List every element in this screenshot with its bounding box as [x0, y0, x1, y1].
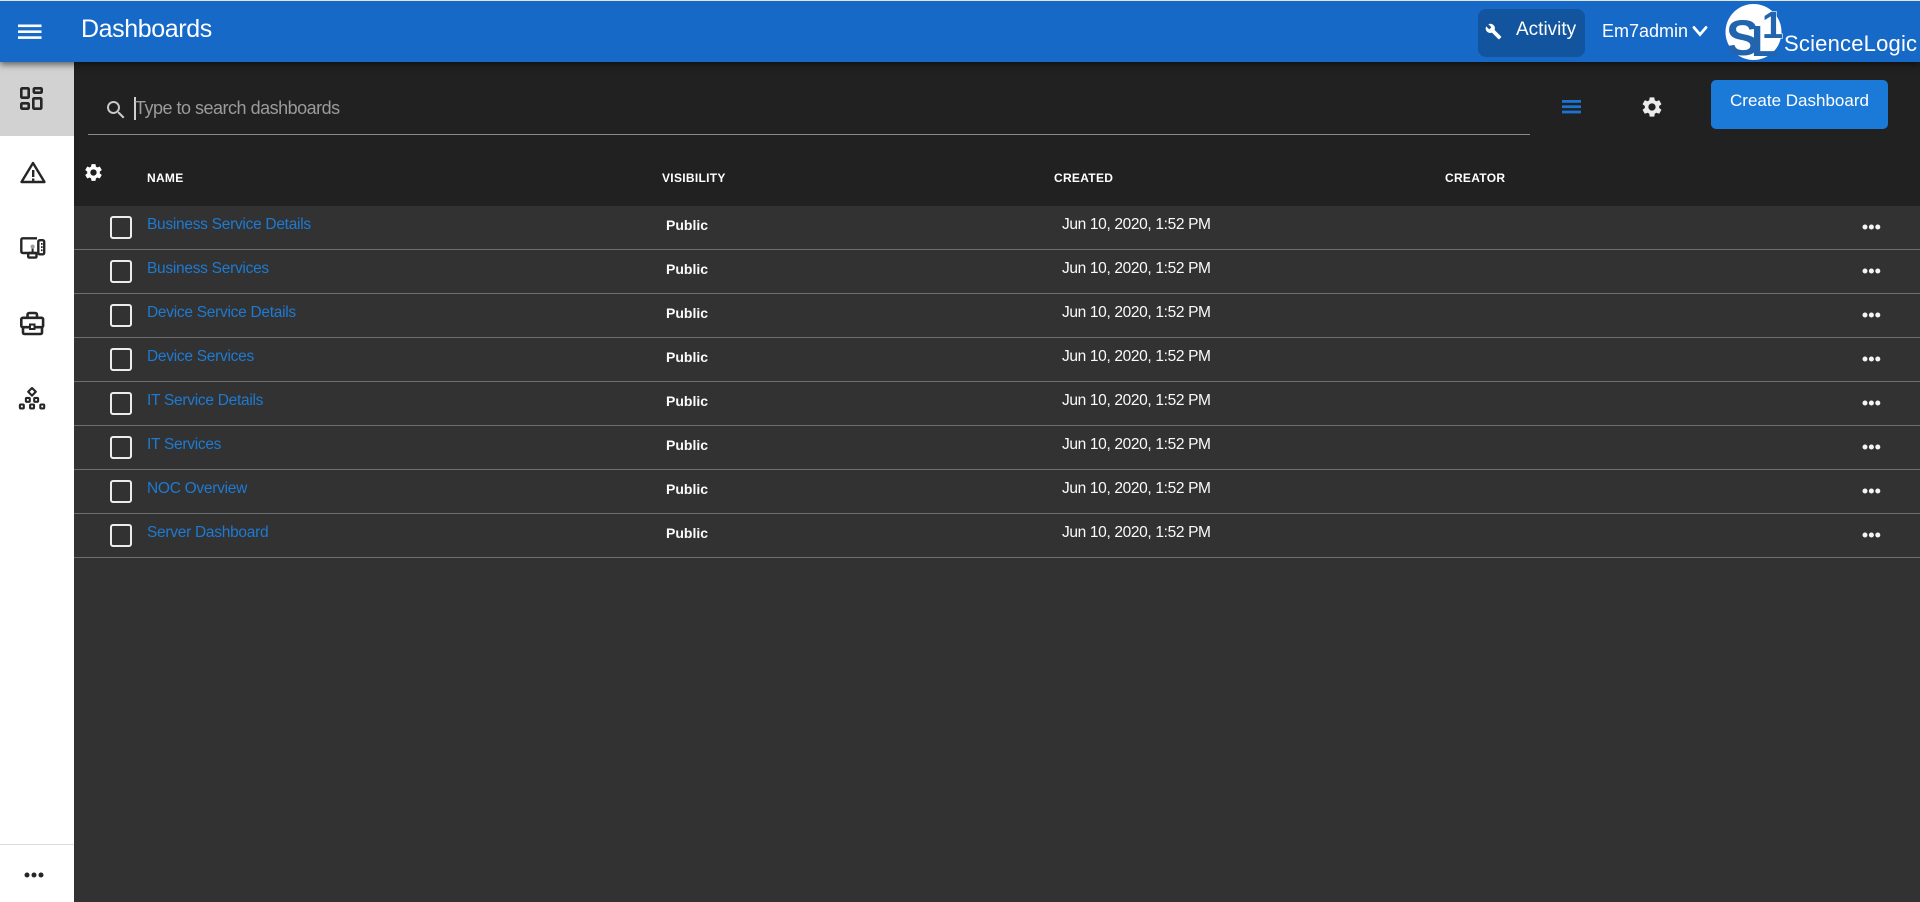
svg-text:1: 1	[1762, 5, 1783, 47]
